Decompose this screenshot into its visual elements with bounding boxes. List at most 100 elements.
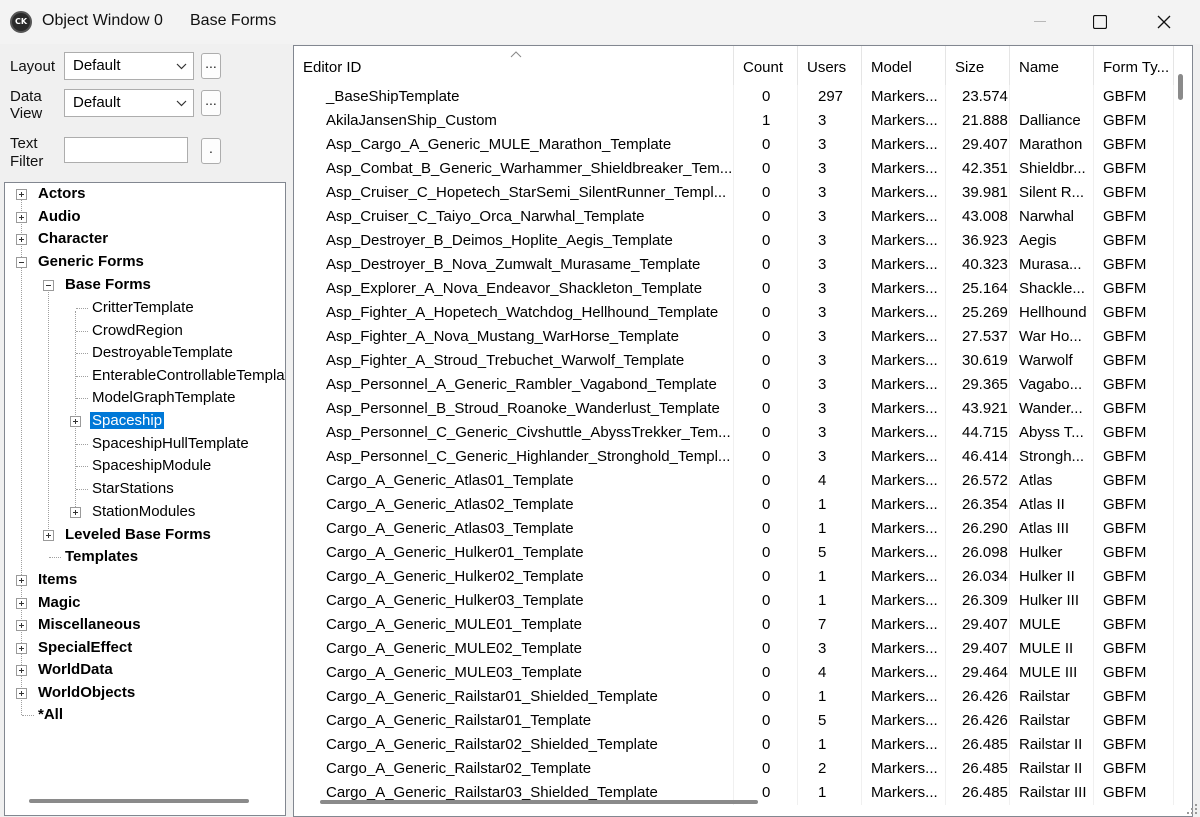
tree-item-all[interactable]: *All xyxy=(38,704,63,726)
expand-icon[interactable] xyxy=(16,189,27,200)
table-row[interactable]: Asp_Destroyer_B_Deimos_Hoplite_Aegis_Tem… xyxy=(294,229,1174,253)
tree-horizontal-scrollbar[interactable] xyxy=(29,799,249,803)
cell-size: 26.309 xyxy=(946,589,1010,613)
table-row[interactable]: Cargo_A_Generic_Hulker02_Template 0 1 Marke… xyxy=(294,565,1174,589)
tree-item-character[interactable]: Character xyxy=(38,228,108,250)
tree-item-star-stations[interactable]: StarStations xyxy=(92,478,174,500)
tree-item-base-forms[interactable]: Base Forms xyxy=(65,274,151,296)
tree-item-miscellaneous[interactable]: Miscellaneous xyxy=(38,614,141,636)
table-row[interactable]: Asp_Cruiser_C_Taiyo_Orca_Narwhal_Templat… xyxy=(294,205,1174,229)
table-row[interactable]: _BaseShipTemplate 0 297 Markers... 23.574 GBF… xyxy=(294,85,1174,109)
vertical-scrollbar-thumb[interactable] xyxy=(1178,74,1183,100)
table-row[interactable]: AkilaJansenShip_Custom 1 3 Markers... 21.888… xyxy=(294,109,1174,133)
cell-name: Hulker III xyxy=(1010,589,1094,613)
horizontal-scrollbar-thumb[interactable] xyxy=(320,800,758,804)
tree-item-world-objects[interactable]: WorldObjects xyxy=(38,682,135,704)
tree-item-templates[interactable]: Templates xyxy=(65,546,138,568)
tree-item-model-graph-template[interactable]: ModelGraphTemplate xyxy=(92,387,235,409)
layout-more-button[interactable]: ... xyxy=(201,53,221,79)
tree-item-leveled-base-forms[interactable]: Leveled Base Forms xyxy=(65,524,211,546)
table-row[interactable]: Cargo_A_Generic_Atlas01_Template 0 4 Marker… xyxy=(294,469,1174,493)
column-header-model[interactable]: Model xyxy=(862,46,946,90)
table-row[interactable]: Cargo_A_Generic_Atlas02_Template 0 1 Marker… xyxy=(294,493,1174,517)
column-header-count[interactable]: Count xyxy=(734,46,798,90)
table-row[interactable]: Asp_Personnel_C_Generic_Highlander_Stron… xyxy=(294,445,1174,469)
column-header-form-type[interactable]: Form Ty... xyxy=(1094,46,1174,90)
table-row[interactable]: Asp_Personnel_A_Generic_Rambler_Vagabond… xyxy=(294,373,1174,397)
title-bar[interactable]: CK Object Window 0 Base Forms xyxy=(0,0,1200,44)
layout-dropdown[interactable]: Default xyxy=(64,52,194,80)
table-row[interactable]: Asp_Fighter_A_Nova_Mustang_WarHorse_Temp… xyxy=(294,325,1174,349)
table-row[interactable]: Cargo_A_Generic_Railstar02_Template 0 2 Mar… xyxy=(294,757,1174,781)
tree-item-world-data[interactable]: WorldData xyxy=(38,659,113,681)
tree-item-generic-forms[interactable]: Generic Forms xyxy=(38,251,144,273)
table-row[interactable]: Asp_Cargo_A_Generic_MULE_Marathon_Templa… xyxy=(294,133,1174,157)
tree-item-items[interactable]: Items xyxy=(38,569,77,591)
table-row[interactable]: Asp_Fighter_A_Stroud_Trebuchet_Warwolf_T… xyxy=(294,349,1174,373)
resize-grip-icon[interactable] xyxy=(1184,801,1198,815)
table-row[interactable]: Cargo_A_Generic_Railstar02_Shielded_Temp… xyxy=(294,733,1174,757)
table-row[interactable]: Cargo_A_Generic_MULE01_Template 0 7 Markers… xyxy=(294,613,1174,637)
table-row[interactable]: Asp_Explorer_A_Nova_Endeavor_Shackleton_… xyxy=(294,277,1174,301)
expand-icon[interactable] xyxy=(16,643,27,654)
cell-form-type: GBFM xyxy=(1094,757,1174,781)
tree-item-actors[interactable]: Actors xyxy=(38,183,86,205)
table-row[interactable]: Asp_Destroyer_B_Nova_Zumwalt_Murasame_Te… xyxy=(294,253,1174,277)
tree-item-spaceship[interactable]: Spaceship xyxy=(88,410,166,432)
tree-item-critter-template[interactable]: CritterTemplate xyxy=(92,297,194,319)
cell-users: 3 xyxy=(808,637,862,661)
table-row[interactable]: Cargo_A_Generic_Railstar01_Template 0 5 Mar… xyxy=(294,709,1174,733)
cell-model: Markers... xyxy=(862,589,946,613)
tree-item-magic[interactable]: Magic xyxy=(38,592,81,614)
table-row[interactable]: Asp_Personnel_C_Generic_Civshuttle_Abyss… xyxy=(294,421,1174,445)
expand-icon[interactable] xyxy=(16,575,27,586)
table-row[interactable]: Cargo_A_Generic_Hulker01_Template 0 5 Marke… xyxy=(294,541,1174,565)
expand-icon[interactable] xyxy=(70,416,81,427)
text-filter-button[interactable]: . xyxy=(201,138,221,164)
expand-icon[interactable] xyxy=(16,620,27,631)
table-row[interactable]: Cargo_A_Generic_Atlas03_Template 0 1 Marker… xyxy=(294,517,1174,541)
expand-icon[interactable] xyxy=(70,507,81,518)
tree-item-audio[interactable]: Audio xyxy=(38,206,81,228)
minimize-button[interactable] xyxy=(1010,0,1070,44)
cell-users: 1 xyxy=(808,493,862,517)
cell-name: Narwhal xyxy=(1010,205,1094,229)
table-row[interactable]: Cargo_A_Generic_MULE02_Template 0 3 Markers… xyxy=(294,637,1174,661)
collapse-icon[interactable] xyxy=(43,280,54,291)
expand-icon[interactable] xyxy=(43,530,54,541)
close-button[interactable] xyxy=(1134,0,1194,44)
collapse-icon[interactable] xyxy=(16,257,27,268)
data-view-dropdown[interactable]: Default xyxy=(64,89,194,117)
expand-icon[interactable] xyxy=(16,212,27,223)
table-row[interactable]: Asp_Personnel_B_Stroud_Roanoke_Wanderlus… xyxy=(294,397,1174,421)
expand-icon[interactable] xyxy=(16,234,27,245)
cell-name: Atlas II xyxy=(1010,493,1094,517)
expand-icon[interactable] xyxy=(16,688,27,699)
table-row[interactable]: Cargo_A_Generic_Railstar01_Shielded_Temp… xyxy=(294,685,1174,709)
column-header-size[interactable]: Size xyxy=(946,46,1010,90)
cell-count: 0 xyxy=(752,277,798,301)
column-header-name[interactable]: Name xyxy=(1010,46,1094,90)
expand-icon[interactable] xyxy=(16,665,27,676)
table-row[interactable]: Cargo_A_Generic_MULE03_Template 0 4 Markers… xyxy=(294,661,1174,685)
expand-icon[interactable] xyxy=(16,598,27,609)
tree-item-destroyable-template[interactable]: DestroyableTemplate xyxy=(92,342,233,364)
cell-editor-id: Cargo_A_Generic_Atlas01_Template xyxy=(316,469,734,493)
category-tree[interactable]: Actors Audio Character Generic Forms Bas… xyxy=(4,182,286,816)
column-header-users[interactable]: Users xyxy=(798,46,862,90)
tree-item-special-effect[interactable]: SpecialEffect xyxy=(38,637,132,659)
table-row[interactable]: Asp_Cruiser_C_Hopetech_StarSemi_SilentRu… xyxy=(294,181,1174,205)
tree-item-spaceship-hull-template[interactable]: SpaceshipHullTemplate xyxy=(92,433,249,455)
table-row[interactable]: Asp_Combat_B_Generic_Warhammer_Shieldbre… xyxy=(294,157,1174,181)
data-view-more-button[interactable]: ... xyxy=(201,90,221,116)
tree-item-station-modules[interactable]: StationModules xyxy=(92,501,195,523)
tree-item-enterable-controllable-template[interactable]: EnterableControllableTemplate xyxy=(92,365,285,387)
text-filter-input[interactable] xyxy=(64,137,188,163)
table-row[interactable]: Cargo_A_Generic_Hulker03_Template 0 1 Marke… xyxy=(294,589,1174,613)
cell-count: 0 xyxy=(752,325,798,349)
maximize-button[interactable] xyxy=(1070,0,1130,44)
forms-grid[interactable]: Editor ID Count Users Model Size Name Fo… xyxy=(293,45,1193,817)
table-row[interactable]: Asp_Fighter_A_Hopetech_Watchdog_Hellhoun… xyxy=(294,301,1174,325)
tree-item-crowd-region[interactable]: CrowdRegion xyxy=(92,320,183,342)
tree-item-spaceship-module[interactable]: SpaceshipModule xyxy=(92,455,211,477)
